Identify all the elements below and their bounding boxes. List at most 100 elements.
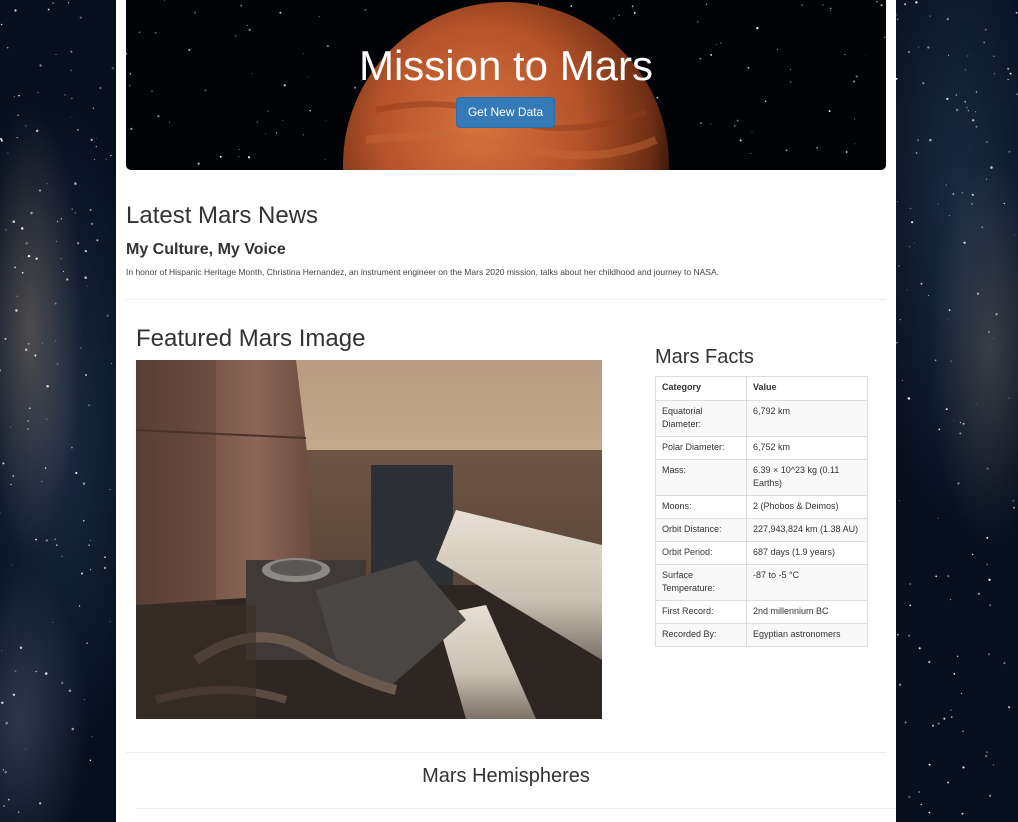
star xyxy=(697,21,699,23)
star xyxy=(995,313,998,316)
star xyxy=(897,201,899,203)
table-cell-value: 2 (Phobos & Deimos) xyxy=(746,495,868,519)
star xyxy=(964,69,966,71)
table-row: Polar Diameter: 6,752 km xyxy=(655,436,868,460)
table-cell-value: 227,943,824 km (1.38 AU) xyxy=(746,518,868,542)
star xyxy=(318,16,320,18)
table-cell-value: 687 days (1.9 years) xyxy=(746,541,868,565)
star xyxy=(983,41,985,44)
star xyxy=(962,766,965,769)
star xyxy=(829,10,831,12)
star xyxy=(962,730,964,733)
get-new-data-button[interactable]: Get New Data xyxy=(456,97,555,128)
star xyxy=(9,426,12,428)
star xyxy=(52,2,55,4)
star xyxy=(959,432,962,435)
star xyxy=(908,795,911,799)
star xyxy=(966,106,968,109)
star xyxy=(918,46,920,48)
table-row: Surface Temperature: -87 to -5 °C xyxy=(655,564,868,601)
star xyxy=(99,87,102,89)
star xyxy=(41,342,43,344)
star xyxy=(904,3,907,6)
star xyxy=(88,404,90,406)
star xyxy=(21,271,24,274)
star xyxy=(234,35,237,37)
table-cell-category: Equatorial Diameter: xyxy=(655,400,747,437)
star xyxy=(197,162,200,165)
star xyxy=(899,319,901,321)
star xyxy=(876,1,878,3)
star xyxy=(84,249,88,253)
star xyxy=(896,341,898,344)
star xyxy=(909,207,912,210)
star xyxy=(27,343,30,345)
star xyxy=(937,203,939,205)
star xyxy=(35,538,37,541)
table-row: Orbit Period: 687 days (1.9 years) xyxy=(655,541,868,565)
star xyxy=(91,736,93,738)
star xyxy=(1008,397,1010,399)
star xyxy=(950,360,952,362)
table-cell-category: Mass: xyxy=(655,459,747,496)
star xyxy=(908,634,911,637)
star xyxy=(884,36,886,39)
table-header-value: Value xyxy=(746,376,868,401)
star xyxy=(907,50,911,54)
star xyxy=(60,258,62,260)
star xyxy=(918,791,920,793)
star xyxy=(613,17,615,19)
table-row: First Record: 2nd millennium BC xyxy=(655,600,868,624)
star xyxy=(937,722,940,725)
star xyxy=(928,811,931,814)
star xyxy=(898,500,900,502)
star xyxy=(710,123,712,125)
star xyxy=(928,763,931,766)
star xyxy=(92,107,95,110)
star xyxy=(950,709,952,711)
star xyxy=(96,239,99,242)
star xyxy=(282,119,284,121)
star xyxy=(12,475,15,477)
star xyxy=(12,693,16,696)
star xyxy=(909,246,910,248)
star xyxy=(967,110,970,112)
star xyxy=(981,226,984,229)
star xyxy=(1,701,4,705)
star xyxy=(110,154,112,157)
star xyxy=(15,309,18,312)
star xyxy=(764,100,767,103)
featured-mars-image[interactable] xyxy=(136,360,602,719)
star xyxy=(13,96,15,98)
star xyxy=(81,572,83,575)
star xyxy=(756,26,759,30)
table-row: Orbit Distance: 227,943,824 km (1.38 AU) xyxy=(655,518,868,542)
star xyxy=(4,337,7,340)
star xyxy=(976,403,978,405)
divider xyxy=(126,752,886,753)
star xyxy=(1012,500,1014,502)
star xyxy=(750,152,752,155)
star xyxy=(17,114,19,116)
star xyxy=(82,482,86,485)
star xyxy=(61,555,63,557)
star xyxy=(927,46,930,49)
star xyxy=(922,82,925,85)
star xyxy=(109,621,111,622)
star xyxy=(14,266,16,269)
star xyxy=(947,575,950,578)
star xyxy=(89,569,92,571)
star xyxy=(38,189,42,192)
star xyxy=(24,124,27,127)
star xyxy=(948,309,951,311)
table-header-category: Category xyxy=(655,376,747,401)
star xyxy=(130,127,133,131)
news-title: My Culture, My Voice xyxy=(126,241,286,258)
star xyxy=(95,145,98,148)
star xyxy=(55,54,57,56)
star xyxy=(56,363,59,366)
star xyxy=(78,605,81,607)
star xyxy=(77,242,80,245)
star xyxy=(948,214,950,216)
star xyxy=(71,727,75,731)
